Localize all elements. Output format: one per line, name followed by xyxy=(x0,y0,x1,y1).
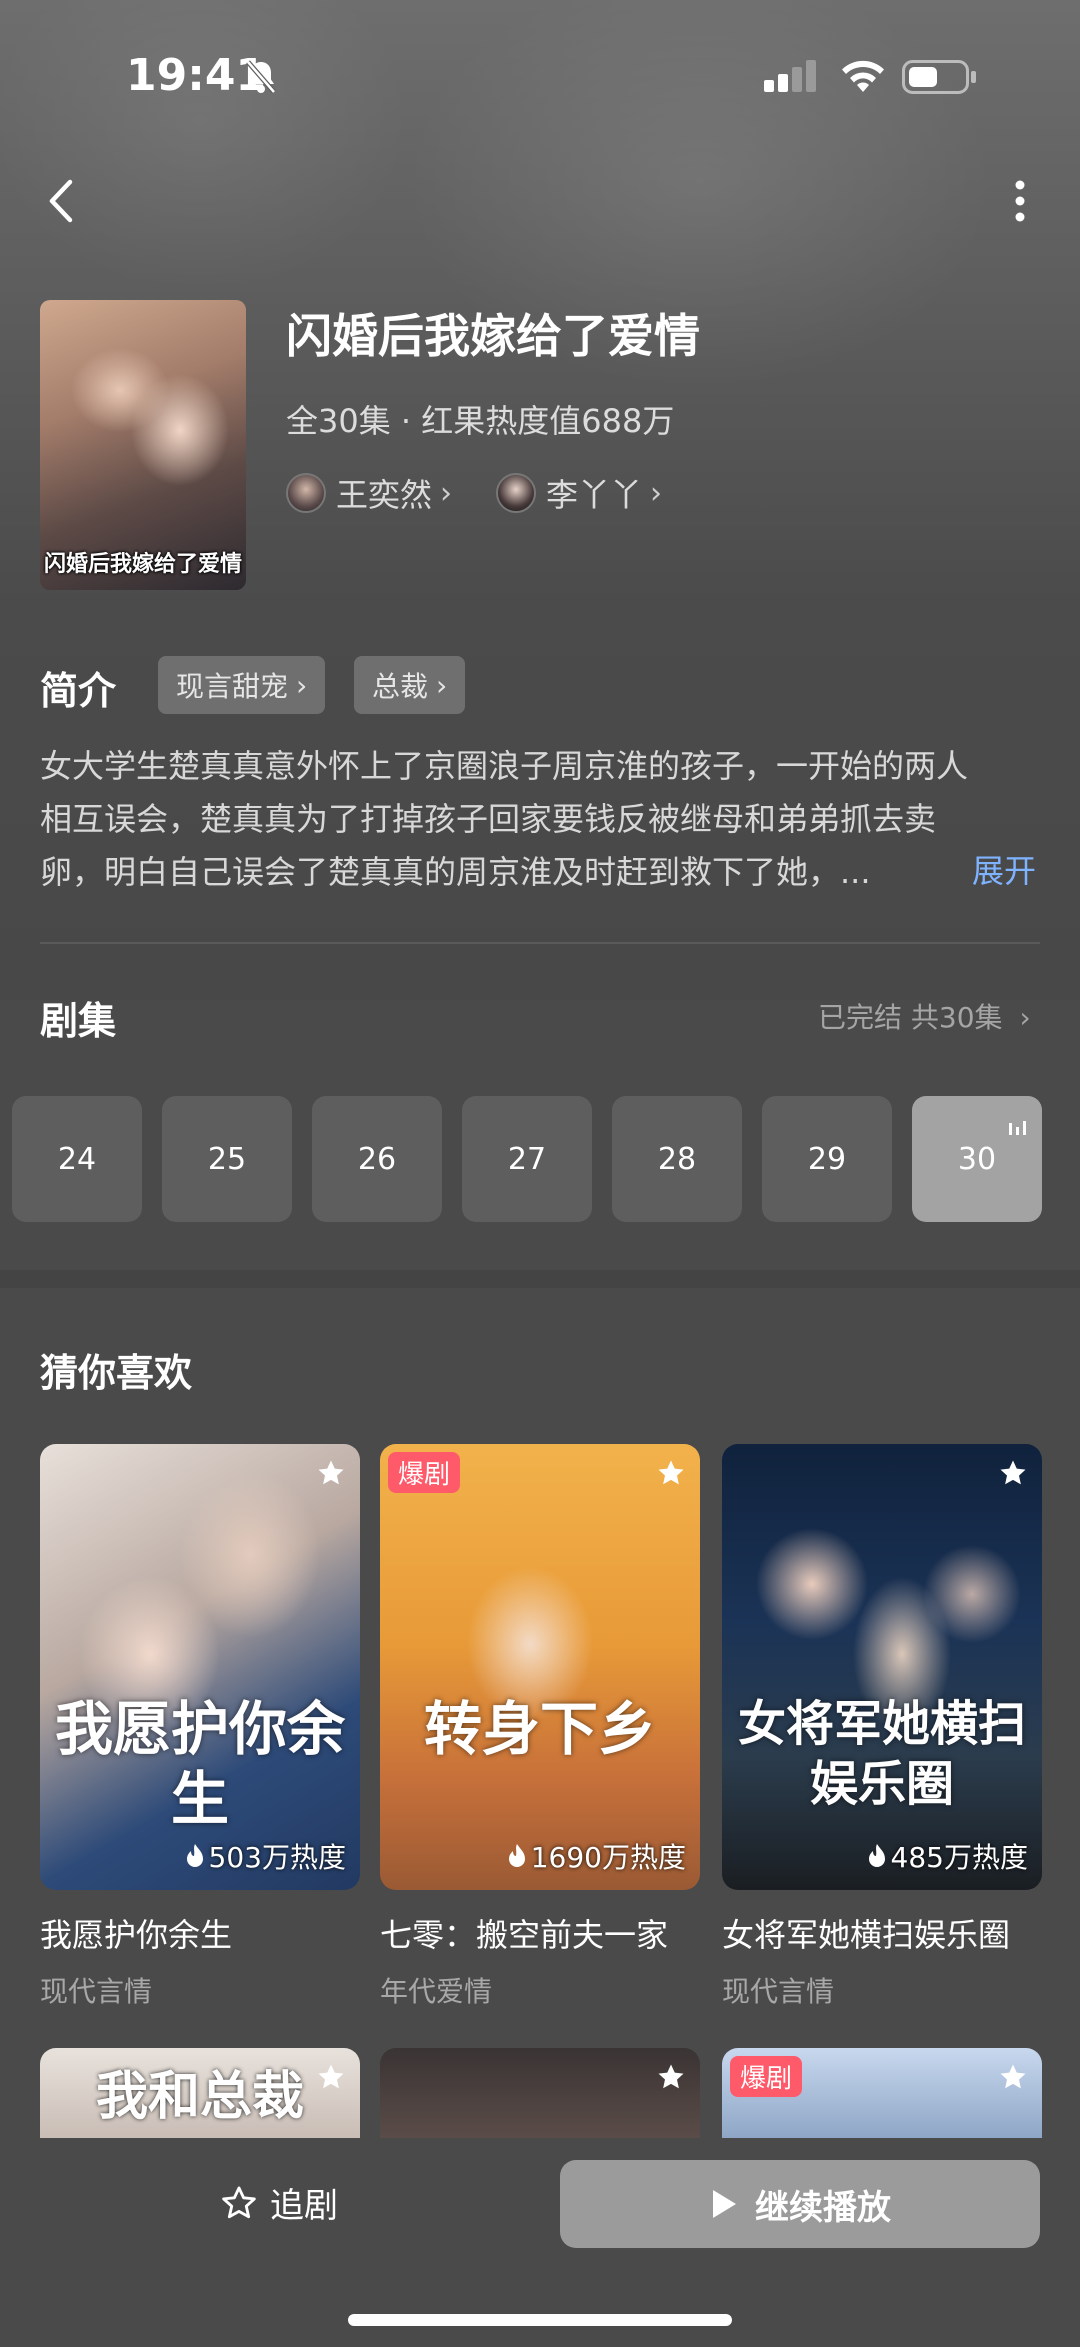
divider xyxy=(40,942,1040,944)
follow-label: 追剧 xyxy=(270,2186,338,2226)
intro-line: 卵，明白自己误会了楚真真的周京淮及时赶到救下了她，... xyxy=(40,853,871,891)
star-outline-icon xyxy=(222,2186,256,2218)
genre-tag[interactable]: 总裁 › xyxy=(354,656,466,714)
flame-icon xyxy=(508,1844,525,1867)
card-genre: 现代言情 xyxy=(722,1975,835,2008)
tag-label: 总裁 xyxy=(372,670,429,703)
expand-button[interactable]: 展开 xyxy=(972,846,1036,892)
drama-meta: 全30集 · 红果热度值688万 xyxy=(286,402,675,440)
card-cover: 我愿护你余生 503万热度 xyxy=(40,1444,360,1890)
episode-button-current[interactable]: 30 xyxy=(912,1096,1042,1222)
recommend-card[interactable]: 女将军她横扫娱乐圈 485万热度 女将军她横扫娱乐圈 现代言情 xyxy=(722,1444,1042,2010)
actor-avatar xyxy=(496,473,536,513)
chevron-right-icon: › xyxy=(650,475,663,511)
intro-label: 简介 xyxy=(40,669,117,713)
heat-text: 503万热度 xyxy=(208,1841,346,1874)
recommend-card-partial[interactable]: 爆剧 xyxy=(722,2048,1042,2138)
episode-button[interactable]: 28 xyxy=(612,1096,742,1222)
heat-text: 1690万热度 xyxy=(530,1841,686,1874)
favorite-star-icon[interactable] xyxy=(656,1458,686,1492)
favorite-star-icon[interactable] xyxy=(656,2062,686,2096)
drama-poster: 闪婚后我嫁给了爱情 xyxy=(40,300,246,590)
recommend-card[interactable]: 爆剧 转身下乡 1690万热度 七零：搬空前夫一家 年代爱情 xyxy=(380,1444,700,2010)
cover-title: 我愿护你余生 xyxy=(54,1695,345,1833)
episodes-status-link[interactable]: 已完结 共30集 › xyxy=(818,996,1031,1036)
cover-title: 女将军她横扫娱乐圈 xyxy=(737,1696,1026,1812)
follow-button[interactable]: 追剧 xyxy=(220,2178,338,2227)
cellular-signal-icon xyxy=(764,60,820,96)
episode-button[interactable]: 27 xyxy=(462,1096,592,1222)
drama-title: 闪婚后我嫁给了爱情 xyxy=(286,309,700,363)
cover-title: 我和总裁 xyxy=(95,2067,304,2127)
episode-button[interactable]: 24 xyxy=(12,1096,142,1222)
flame-icon xyxy=(868,1844,885,1867)
episode-button[interactable]: 29 xyxy=(762,1096,892,1222)
cover-title: 转身下乡 xyxy=(423,1695,656,1763)
section-separator xyxy=(0,1270,1080,1288)
chevron-right-icon: › xyxy=(1019,1001,1031,1034)
card-cover: 女将军她横扫娱乐圈 485万热度 xyxy=(722,1444,1042,1890)
favorite-star-icon[interactable] xyxy=(316,2062,346,2096)
recommend-card-partial[interactable]: 我和总裁 xyxy=(40,2048,360,2138)
episode-button[interactable]: 25 xyxy=(162,1096,292,1222)
favorite-star-icon[interactable] xyxy=(998,2062,1028,2096)
card-title: 七零：搬空前夫一家 xyxy=(380,1916,669,1954)
card-title: 女将军她横扫娱乐圈 xyxy=(722,1916,1011,1954)
now-playing-icon xyxy=(1008,1110,1028,1145)
chevron-right-icon: › xyxy=(296,668,308,702)
card-genre: 年代爱情 xyxy=(380,1975,493,2008)
recommend-card[interactable]: 我愿护你余生 503万热度 我愿护你余生 现代言情 xyxy=(40,1444,360,2010)
episode-list: 24 25 26 27 28 29 30 xyxy=(12,1096,1062,1222)
home-indicator xyxy=(348,2314,732,2326)
genre-tag[interactable]: 现言甜宠 › xyxy=(158,656,326,714)
intro-description: 女大学生楚真真意外怀上了京圈浪子周京淮的孩子，一开始的两人 相互误会，楚真真为了… xyxy=(40,740,1040,899)
hot-badge: 爆剧 xyxy=(388,1452,461,1493)
hot-badge: 爆剧 xyxy=(730,2056,803,2097)
episodes-status: 已完结 共30集 xyxy=(818,1001,1003,1034)
episodes-label: 剧集 xyxy=(40,999,117,1043)
favorite-star-icon[interactable] xyxy=(316,1458,346,1492)
actor-link[interactable]: 王奕然 › xyxy=(286,470,452,516)
heat-text: 485万热度 xyxy=(890,1841,1028,1874)
favorite-star-icon[interactable] xyxy=(998,1458,1028,1492)
play-label: 继续播放 xyxy=(755,2187,891,2228)
play-icon xyxy=(713,2190,736,2218)
card-genre: 现代言情 xyxy=(40,1975,153,2008)
more-options-icon[interactable] xyxy=(1000,176,1040,230)
episode-number: 30 xyxy=(957,1141,997,1177)
heat-count: 485万热度 xyxy=(867,1836,1028,1876)
card-cover: 爆剧 转身下乡 1690万热度 xyxy=(380,1444,700,1890)
bell-muted-icon xyxy=(244,58,278,100)
wifi-icon xyxy=(838,58,888,98)
actor-avatar xyxy=(286,473,326,513)
continue-play-button[interactable]: 继续播放 xyxy=(560,2160,1040,2248)
actor-name: 李丫丫 xyxy=(546,476,643,514)
actor-link[interactable]: 李丫丫 › xyxy=(496,470,662,516)
chevron-right-icon: › xyxy=(436,668,448,702)
intro-line: 女大学生楚真真意外怀上了京圈浪子周京淮的孩子，一开始的两人 xyxy=(40,747,969,785)
intro-line: 相互误会，楚真真为了打掉孩子回家要钱反被继母和弟弟抓去卖 xyxy=(40,800,937,838)
poster-title: 闪婚后我嫁给了爱情 xyxy=(43,552,242,577)
recommend-card-partial[interactable] xyxy=(380,2048,700,2138)
battery-icon xyxy=(902,60,978,98)
recommend-label: 猜你喜欢 xyxy=(40,1351,193,1395)
flame-icon xyxy=(186,1844,203,1867)
chevron-right-icon: › xyxy=(440,475,453,511)
episode-button[interactable]: 26 xyxy=(312,1096,442,1222)
tag-label: 现言甜宠 xyxy=(176,670,289,703)
back-button[interactable] xyxy=(44,176,80,230)
actor-name: 王奕然 xyxy=(336,476,433,514)
heat-count: 503万热度 xyxy=(185,1836,346,1876)
card-title: 我愿护你余生 xyxy=(40,1916,233,1954)
heat-count: 1690万热度 xyxy=(507,1836,686,1876)
